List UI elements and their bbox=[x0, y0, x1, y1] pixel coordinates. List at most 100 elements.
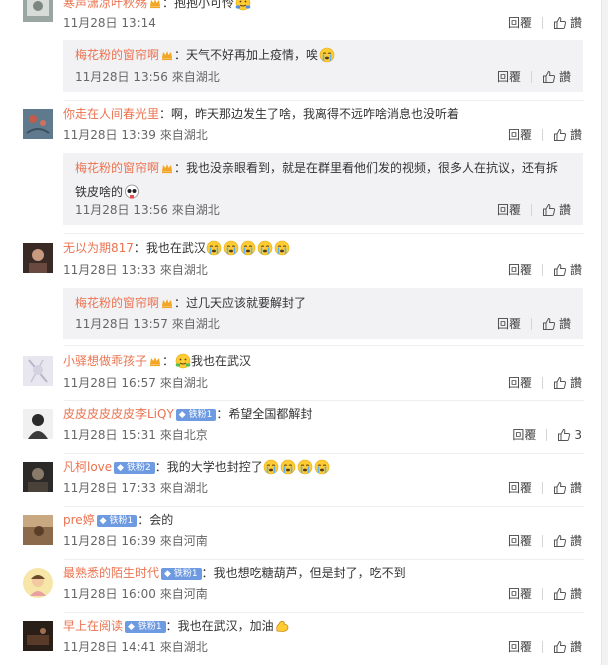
strong-arm-emoji-icon bbox=[274, 618, 290, 639]
username-link[interactable]: 凡柯love bbox=[63, 460, 112, 474]
reply-button[interactable]: 回覆 bbox=[497, 202, 521, 218]
reply-button[interactable]: 回覆 bbox=[508, 127, 532, 143]
comment-item: 你走在人间春光里：啊，昨天那边发生了啥，我离得不远咋啥消息也没听着 11月28日… bbox=[0, 101, 600, 234]
divider bbox=[541, 482, 543, 494]
reply-button[interactable]: 回覆 bbox=[508, 533, 532, 549]
username-link[interactable]: 你走在人间春光里 bbox=[63, 107, 159, 121]
avatar[interactable] bbox=[23, 109, 53, 139]
comment-time: 11月28日 13:33 bbox=[63, 263, 156, 277]
username-link[interactable]: pre婷 bbox=[63, 513, 95, 527]
divider bbox=[541, 535, 543, 547]
avatar[interactable] bbox=[23, 0, 53, 22]
crying-emoji-icon bbox=[263, 459, 279, 480]
fan-badge: ◆ 铁粉2 bbox=[114, 462, 155, 474]
avatar[interactable] bbox=[23, 356, 53, 386]
like-button[interactable]: 讚 bbox=[570, 127, 582, 143]
reply-body: 梅花粉的窗帘啊 ：我也没亲眼看到，就是在群里看他们发的视频，很多人在抗议，还有拆铁… bbox=[75, 157, 573, 207]
fan-badge: ◆ 铁粉1 bbox=[161, 568, 202, 580]
reply-box: 梅花粉的窗帘啊 ：过几天应该就要解封了 11月28日 13:57 來自湖北 回覆 讚 bbox=[63, 288, 583, 339]
reply-button[interactable]: 回覆 bbox=[508, 375, 532, 391]
comment-item: 小驿想做乖孩子：我也在武汉 11月28日 16:57 來自湖北 回覆 讚 bbox=[0, 346, 600, 401]
reply-button[interactable]: 回覆 bbox=[508, 262, 532, 278]
like-button[interactable]: 讚 bbox=[559, 202, 571, 218]
divider bbox=[541, 264, 543, 276]
avatar[interactable] bbox=[23, 409, 53, 439]
thumb-up-icon[interactable] bbox=[553, 587, 567, 605]
reply-location: 來自湖北 bbox=[171, 203, 220, 217]
crying-emoji-icon bbox=[274, 240, 290, 261]
avatar[interactable] bbox=[23, 462, 53, 492]
comment-body: 你走在人间春光里：啊，昨天那边发生了啥，我离得不远咋啥消息也没听着 bbox=[63, 107, 460, 121]
thumb-up-icon[interactable] bbox=[542, 317, 556, 335]
comment-item: 皮皮皮皮皮皮李LiQY ◆ 铁粉1 ：希望全国都解封 11月28日 15:31 來自… bbox=[0, 401, 600, 454]
divider bbox=[530, 71, 532, 83]
like-button[interactable]: 讚 bbox=[570, 262, 582, 278]
reply-location: 來自湖北 bbox=[171, 70, 220, 84]
username-link[interactable]: 梅花粉的窗帘啊 bbox=[75, 296, 159, 310]
thumb-up-icon[interactable] bbox=[553, 534, 567, 552]
username-link[interactable]: 寒声潇凉叶秋殇 bbox=[63, 0, 147, 10]
like-button[interactable]: 讚 bbox=[559, 69, 571, 85]
username-link[interactable]: 无以为期817 bbox=[63, 241, 134, 255]
comment-actions: 回覆 讚 bbox=[508, 15, 582, 34]
username-link[interactable]: 小驿想做乖孩子 bbox=[63, 354, 147, 368]
reply-box: 梅花粉的窗帘啊 ：天气不好再加上疫情，唉 11月28日 13:56 來自湖北 回覆… bbox=[63, 40, 583, 92]
thumb-up-icon[interactable] bbox=[553, 263, 567, 281]
avatar[interactable] bbox=[23, 621, 53, 651]
like-button[interactable]: 讚 bbox=[559, 316, 571, 332]
avatar[interactable] bbox=[23, 515, 53, 545]
comment-item: 早上在阅读 ◆ 铁粉1 ：我也在武汉，加油 11月28日 14:41 來自湖北 回覆… bbox=[0, 613, 600, 665]
reply-button[interactable]: 回覆 bbox=[508, 586, 532, 602]
fan-badge: ◆ 铁粉1 bbox=[96, 515, 138, 527]
thumb-up-icon[interactable] bbox=[553, 16, 567, 34]
comment-meta: 11月28日 15:31 來自北京 bbox=[63, 427, 208, 443]
thumb-up-icon[interactable] bbox=[557, 428, 571, 446]
reply-button[interactable]: 回覆 bbox=[508, 639, 532, 655]
reply-button[interactable]: 回覆 bbox=[508, 480, 532, 496]
comment-text: 抱抱小可怜 bbox=[174, 0, 235, 10]
comment-item: 寒声潇凉叶秋殇 ：抱抱小可怜 11月28日 13:14 回覆讚 梅花粉的窗帘啊 ：天… bbox=[0, 0, 600, 101]
username-link[interactable]: 梅花粉的窗帘啊 bbox=[75, 161, 159, 175]
vip-crown-icon bbox=[161, 48, 173, 66]
like-button[interactable]: 讚 bbox=[570, 639, 582, 655]
like-button[interactable]: 讚 bbox=[570, 375, 582, 391]
avatar[interactable] bbox=[23, 568, 53, 598]
comment-meta: 11月28日 13:39 來自湖北 bbox=[63, 127, 208, 143]
like-button[interactable]: 讚 bbox=[570, 15, 582, 31]
reply-time: 11月28日 13:56 bbox=[75, 203, 168, 217]
username-link[interactable]: 早上在阅读 bbox=[63, 619, 123, 633]
avatar[interactable] bbox=[23, 243, 53, 273]
comment-body: 最熟悉的陌生时代 ◆ 铁粉1 ：我也想吃糖葫芦，但是封了，吃不到 bbox=[63, 566, 406, 580]
comment-time: 11月28日 14:41 bbox=[63, 640, 156, 654]
comment-time: 11月28日 13:39 bbox=[63, 128, 156, 142]
vip-crown-icon bbox=[161, 296, 173, 314]
thumb-up-icon[interactable] bbox=[553, 481, 567, 499]
comment-location: 來自北京 bbox=[159, 428, 208, 442]
scrollbar[interactable] bbox=[601, 0, 608, 665]
like-button[interactable]: 讚 bbox=[570, 533, 582, 549]
reply-button[interactable]: 回覆 bbox=[497, 69, 521, 85]
reply-button[interactable]: 回覆 bbox=[508, 15, 532, 31]
thumb-up-icon[interactable] bbox=[542, 70, 556, 88]
username-link[interactable]: 最熟悉的陌生时代 bbox=[63, 566, 159, 580]
username-link[interactable]: 皮皮皮皮皮皮李LiQY bbox=[63, 407, 174, 421]
reply-button[interactable]: 回覆 bbox=[512, 427, 536, 443]
like-button[interactable]: 讚 bbox=[570, 586, 582, 602]
comment-location: 來自湖北 bbox=[159, 481, 208, 495]
comment-location: 來自湖北 bbox=[159, 128, 208, 142]
thumb-up-icon[interactable] bbox=[542, 203, 556, 221]
reply-meta: 11月28日 13:56 來自湖北 bbox=[75, 69, 220, 85]
thumb-up-icon[interactable] bbox=[553, 376, 567, 394]
comment-meta: 11月28日 14:41 來自湖北 bbox=[63, 639, 208, 655]
comment-text: 我的大学也封控了 bbox=[166, 460, 263, 474]
reply-button[interactable]: 回覆 bbox=[497, 316, 521, 332]
reply-time: 11月28日 13:57 bbox=[75, 317, 168, 331]
reply-text: 天气不好再加上疫情，唉 bbox=[186, 48, 319, 62]
like-count[interactable]: 3 bbox=[574, 427, 582, 443]
username-link[interactable]: 梅花粉的窗帘啊 bbox=[75, 48, 159, 62]
comment-meta: 11月28日 16:39 來自河南 bbox=[63, 533, 208, 549]
like-button[interactable]: 讚 bbox=[570, 480, 582, 496]
crying-emoji-icon bbox=[314, 459, 330, 480]
thumb-up-icon[interactable] bbox=[553, 128, 567, 146]
thumb-up-icon[interactable] bbox=[553, 640, 567, 658]
